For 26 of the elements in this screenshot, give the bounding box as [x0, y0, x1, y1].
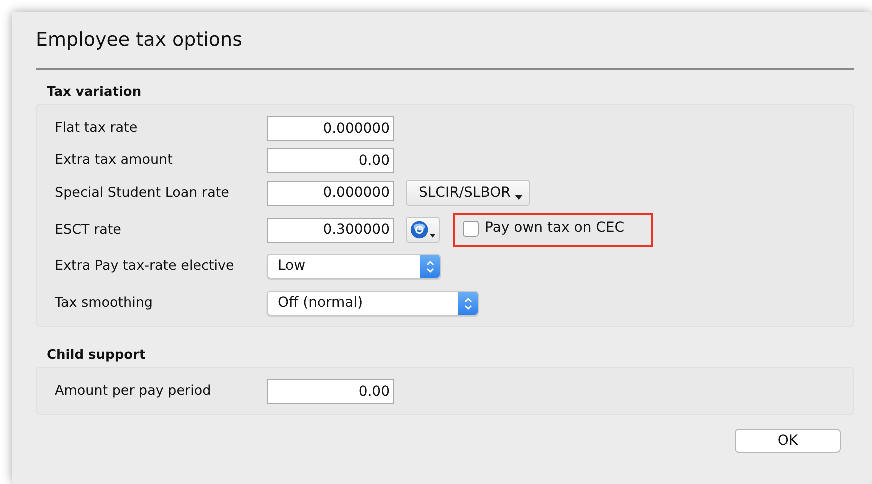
- field-label: Amount per pay period: [55, 382, 212, 402]
- text-field[interactable]: 0.000000: [267, 180, 394, 206]
- menu-button[interactable]: SLCIR/SLBOR: [406, 180, 530, 206]
- section-heading: Child support: [47, 347, 147, 365]
- field-label: ESCT rate: [55, 220, 122, 240]
- caret-icon: [430, 234, 436, 238]
- field-label: Extra tax amount: [55, 151, 174, 170]
- field-label: Tax smoothing: [55, 294, 154, 314]
- popup-menu[interactable]: Low: [267, 254, 441, 279]
- popup-menu[interactable]: Off (normal): [267, 291, 479, 316]
- dialog-title: Employee tax options: [36, 28, 244, 52]
- ok-button[interactable]: OK: [735, 429, 841, 453]
- text-field[interactable]: 0.00: [267, 148, 394, 173]
- field-label: Special Student Loan rate: [55, 184, 230, 203]
- clock-icon: [410, 220, 430, 240]
- checkbox[interactable]: [463, 220, 479, 236]
- icon-menu-button[interactable]: [406, 217, 440, 243]
- text-field[interactable]: 0.000000: [267, 116, 394, 141]
- section-heading: Tax variation: [47, 84, 143, 102]
- checkbox-label: Pay own tax on CEC: [485, 219, 625, 238]
- text-field[interactable]: 0.300000: [267, 218, 394, 242]
- stepper-arrows-icon: [426, 260, 434, 274]
- text-field[interactable]: 0.00: [267, 379, 394, 404]
- stepper-arrows-icon: [464, 296, 472, 310]
- field-label: Flat tax rate: [55, 119, 139, 138]
- field-label: Extra Pay tax-rate elective: [55, 257, 236, 276]
